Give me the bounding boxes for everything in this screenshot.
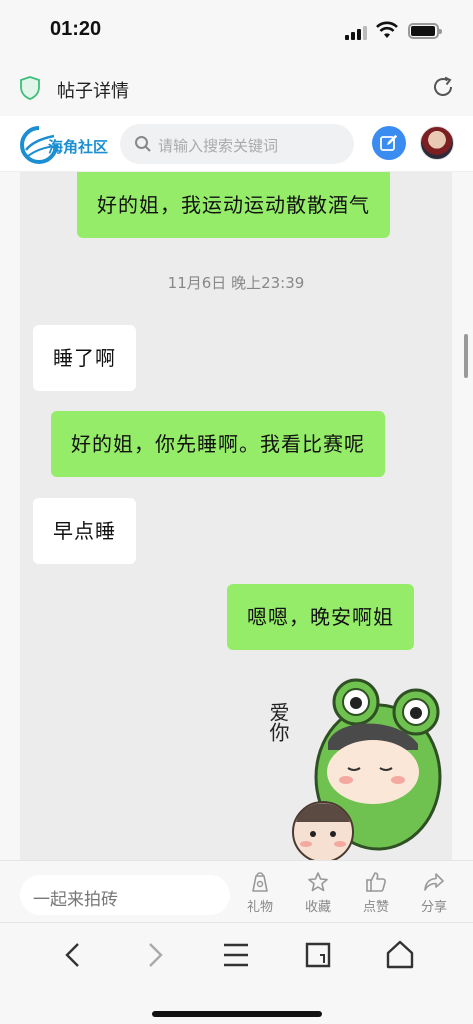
- status-time: 01:20: [50, 18, 102, 40]
- site-logo[interactable]: 海角社区: [18, 124, 118, 166]
- user-avatar[interactable]: [420, 126, 454, 160]
- battery-icon: [408, 23, 442, 39]
- message-bubble-sent: 嗯嗯，晚安啊姐: [227, 584, 414, 650]
- thumbs-up-icon: [366, 872, 386, 892]
- browser-nav-bar: [0, 922, 473, 1024]
- back-icon[interactable]: [54, 939, 94, 971]
- post-content: 好的姐，我运动运动散散酒气 11月6日 晚上23:39 睡了啊 好的姐，你先睡啊…: [20, 172, 452, 860]
- sticker-text: 爱你: [268, 702, 290, 742]
- like-button[interactable]: 点赞: [356, 871, 396, 915]
- message-bubble-sent: 好的姐，你先睡啊。我看比赛呢: [51, 411, 385, 477]
- shield-icon: [20, 76, 40, 100]
- forward-icon[interactable]: [134, 939, 174, 971]
- wifi-icon: [376, 21, 398, 38]
- favorite-label: 收藏: [304, 900, 331, 915]
- reload-icon[interactable]: [431, 75, 455, 99]
- compose-button[interactable]: [372, 126, 406, 160]
- home-icon[interactable]: [380, 939, 420, 971]
- logo-text: 海角社区: [48, 138, 109, 156]
- browser-title-bar: 帖子详情: [0, 60, 473, 116]
- gift-button[interactable]: 礼物: [240, 871, 280, 915]
- status-bar: 01:20: [0, 0, 473, 60]
- gift-label: 礼物: [246, 900, 273, 915]
- star-icon: [308, 872, 328, 892]
- share-arrow-icon: [424, 873, 444, 891]
- favorite-button[interactable]: 收藏: [298, 871, 338, 915]
- search-input[interactable]: 请输入搜索关键词: [120, 124, 354, 164]
- home-indicator[interactable]: [152, 1011, 322, 1017]
- share-label: 分享: [420, 900, 447, 915]
- cellular-signal-icon: [345, 24, 369, 40]
- gift-bag-icon: [252, 872, 268, 892]
- edit-icon: [380, 134, 398, 151]
- message-bubble-received: 睡了啊: [33, 325, 136, 391]
- share-button[interactable]: 分享: [414, 871, 454, 915]
- frog-love-sticker: 爱你: [268, 678, 442, 860]
- message-bubble-received: 早点睡: [33, 498, 136, 564]
- search-icon: [135, 136, 151, 152]
- comment-placeholder: 一起来拍砖: [33, 890, 118, 910]
- page-title: 帖子详情: [57, 81, 129, 102]
- scrollbar[interactable]: [464, 334, 468, 378]
- site-header: 海角社区 请输入搜索关键词: [0, 116, 473, 172]
- search-placeholder: 请输入搜索关键词: [158, 137, 279, 155]
- tabs-icon[interactable]: [298, 939, 338, 971]
- menu-icon[interactable]: [216, 939, 256, 971]
- message-timestamp: 11月6日 晚上23:39: [167, 274, 305, 292]
- message-bubble-sent: 好的姐，我运动运动散散酒气: [77, 172, 390, 238]
- comment-input[interactable]: 一起来拍砖: [20, 875, 230, 915]
- post-action-bar: 一起来拍砖 礼物 收藏 点赞 分享: [0, 860, 473, 922]
- like-label: 点赞: [362, 900, 389, 915]
